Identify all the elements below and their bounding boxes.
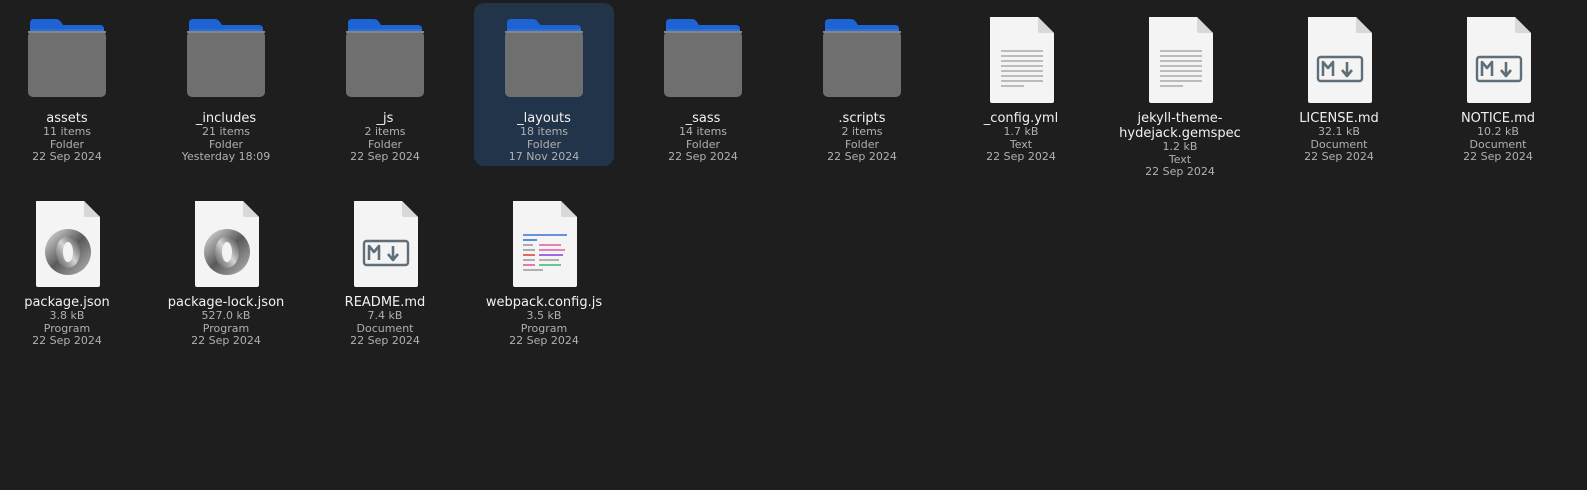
folder-icon <box>817 15 907 105</box>
file-size: 1.7 kB <box>1003 125 1039 138</box>
folder-item[interactable]: _includes 21 items Folder Yesterday 18:09 <box>156 3 296 178</box>
file-item[interactable]: package-lock.json 527.0 kB Program 22 Sep 2… <box>156 187 296 362</box>
file-size: 3.8 kB <box>49 309 85 322</box>
script-file-icon <box>499 199 589 289</box>
file-name: webpack.config.js <box>485 295 603 310</box>
file-modified: 22 Sep 2024 <box>32 150 102 163</box>
file-name: _layouts <box>517 111 571 126</box>
text-file-icon <box>1135 15 1225 105</box>
folder-icon <box>658 15 748 105</box>
file-modified: 22 Sep 2024 <box>827 150 897 163</box>
file-name: _includes <box>195 111 257 126</box>
folder-icon <box>22 15 112 105</box>
file-name: _js <box>376 111 394 126</box>
file-item[interactable]: package.json 3.8 kB Program 22 Sep 2024 <box>0 187 137 362</box>
file-name: README.md <box>344 295 426 310</box>
file-name: NOTICE.md <box>1460 111 1536 126</box>
folder-icon <box>181 15 271 105</box>
file-item[interactable]: _config.yml 1.7 kB Text 22 Sep 2024 <box>951 3 1091 178</box>
file-modified: 22 Sep 2024 <box>1145 165 1215 178</box>
file-size: 21 items <box>201 125 251 138</box>
folder-item[interactable]: _layouts 18 items Folder 17 Nov 2024 <box>474 3 614 166</box>
file-modified: 22 Sep 2024 <box>668 150 738 163</box>
text-file-icon <box>976 15 1066 105</box>
file-name: package-lock.json <box>167 295 285 310</box>
file-size: 11 items <box>42 125 92 138</box>
file-name: assets <box>46 111 88 126</box>
file-grid: assets 11 items Folder 22 Sep 2024 _include… <box>0 0 1587 490</box>
file-size: 32.1 kB <box>1318 125 1360 138</box>
file-size: 1.2 kB <box>1162 140 1198 153</box>
markdown-file-icon <box>1453 15 1543 105</box>
file-modified: 22 Sep 2024 <box>986 150 1056 163</box>
file-size: 527.0 kB <box>201 309 251 322</box>
file-name: .scripts <box>838 111 886 126</box>
file-modified: 22 Sep 2024 <box>32 334 102 347</box>
markdown-file-icon <box>340 199 430 289</box>
file-item[interactable]: jekyll-theme-hydejack.gemspec 1.2 kB Text 2… <box>1110 3 1250 178</box>
file-item[interactable]: NOTICE.md 10.2 kB Document 22 Sep 2024 <box>1428 3 1568 178</box>
file-item[interactable]: webpack.config.js 3.5 kB Program 22 Sep 202… <box>474 187 614 362</box>
file-modified: 22 Sep 2024 <box>1463 150 1533 163</box>
markdown-file-icon <box>1294 15 1384 105</box>
file-name: package.json <box>24 295 110 310</box>
file-modified: 22 Sep 2024 <box>350 334 420 347</box>
file-modified: 22 Sep 2024 <box>509 334 579 347</box>
file-modified: 22 Sep 2024 <box>1304 150 1374 163</box>
file-name: _config.yml <box>983 111 1059 126</box>
file-modified: Yesterday 18:09 <box>181 150 271 163</box>
folder-icon <box>340 15 430 105</box>
file-size: 7.4 kB <box>367 309 403 322</box>
file-size: 18 items <box>519 125 569 138</box>
file-name: _sass <box>685 111 721 126</box>
file-modified: 17 Nov 2024 <box>508 150 580 163</box>
file-item[interactable]: LICENSE.md 32.1 kB Document 22 Sep 2024 <box>1269 3 1409 178</box>
file-name: jekyll-theme-hydejack.gemspec <box>1119 111 1241 141</box>
file-size: 10.2 kB <box>1477 125 1519 138</box>
file-modified: 22 Sep 2024 <box>350 150 420 163</box>
file-name: LICENSE.md <box>1299 111 1379 126</box>
file-size: 2 items <box>364 125 406 138</box>
json-file-icon <box>22 199 112 289</box>
file-size: 3.5 kB <box>526 309 562 322</box>
folder-item[interactable]: .scripts 2 items Folder 22 Sep 2024 <box>792 3 932 178</box>
folder-item[interactable]: _js 2 items Folder 22 Sep 2024 <box>315 3 455 178</box>
folder-icon <box>499 15 589 105</box>
folder-item[interactable]: _sass 14 items Folder 22 Sep 2024 <box>633 3 773 178</box>
file-modified: 22 Sep 2024 <box>191 334 261 347</box>
file-size: 14 items <box>678 125 728 138</box>
file-item[interactable]: README.md 7.4 kB Document 22 Sep 2024 <box>315 187 455 362</box>
file-size: 2 items <box>841 125 883 138</box>
json-file-icon <box>181 199 271 289</box>
folder-item[interactable]: assets 11 items Folder 22 Sep 2024 <box>0 3 137 178</box>
